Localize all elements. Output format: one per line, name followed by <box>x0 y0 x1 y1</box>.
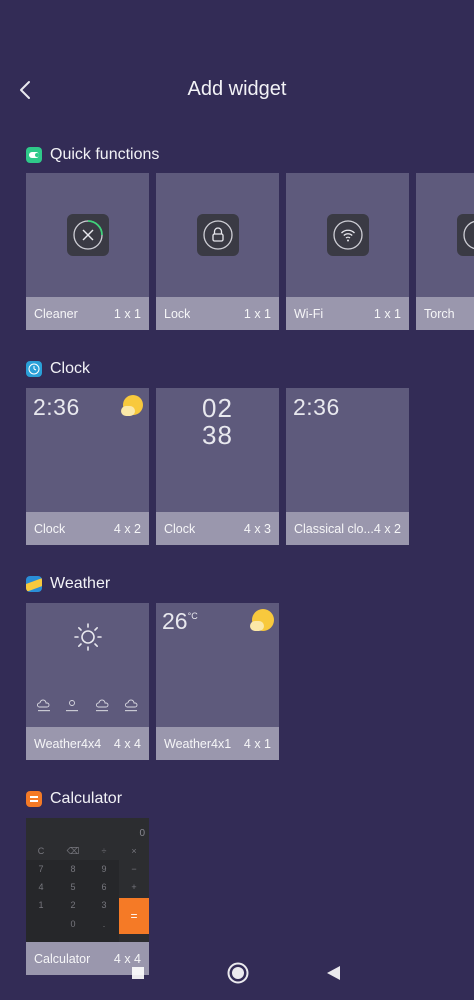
widget-size: 4 x 1 <box>243 736 271 751</box>
clock-hours: 02 <box>202 393 233 423</box>
widget-size: 4 x 2 <box>373 521 401 536</box>
temperature-display: 26°C <box>162 608 198 635</box>
section-label: Clock <box>50 360 91 377</box>
widget-label-bar: Weather4x4 4 x 4 <box>26 727 149 760</box>
system-navigation-bar <box>0 955 474 991</box>
widget-name: Torch <box>424 306 455 321</box>
widget-name: Weather4x1 <box>164 736 232 751</box>
temperature-unit: °C <box>187 611 198 621</box>
widget-card-weather-4x1[interactable]: 26°C Weather4x1 4 x 1 <box>156 603 279 760</box>
temperature-value: 26 <box>162 608 188 634</box>
widget-card-cleaner[interactable]: Cleaner 1 x 1 <box>26 173 149 330</box>
widget-label-bar: Clock 4 x 2 <box>26 512 149 545</box>
widget-card-torch[interactable]: Torch <box>416 173 474 330</box>
widget-label-bar: Wi-Fi 1 x 1 <box>286 297 409 330</box>
section-quick-functions-title: Quick functions <box>26 143 159 167</box>
header-bar: Add widget <box>0 70 474 110</box>
square-icon <box>132 967 144 979</box>
widget-size: 1 x 1 <box>113 306 141 321</box>
section-calculator-title: Calculator <box>26 787 122 811</box>
equals-key: = <box>119 898 149 934</box>
widget-name: Wi-Fi <box>294 306 324 321</box>
widget-label-bar: Torch <box>416 297 474 330</box>
widget-size: 4 x 4 <box>113 736 141 751</box>
widget-card-calculator[interactable]: 0 C ⌫ ÷ × 7 8 9 − 4 5 6 + 1 2 3 0 . = Ca… <box>26 818 149 975</box>
widget-name: Clock <box>34 521 66 536</box>
section-weather-title: Weather <box>26 572 110 596</box>
forecast-row-icons <box>37 699 138 712</box>
widget-label-bar: Classical clo... 4 x 2 <box>286 512 409 545</box>
widget-name: Cleaner <box>34 306 78 321</box>
widget-label-bar: Weather4x1 4 x 1 <box>156 727 279 760</box>
calculator-app-icon <box>26 791 42 807</box>
section-label: Quick functions <box>50 146 160 163</box>
widget-name: Clock <box>164 521 196 536</box>
widget-label-bar: Clock 4 x 3 <box>156 512 279 545</box>
widget-name: Lock <box>164 306 191 321</box>
widget-card-lock[interactable]: Lock 1 x 1 <box>156 173 279 330</box>
section-label: Calculator <box>50 790 123 807</box>
widget-card-clock-4x3[interactable]: 02 38 Clock 4 x 3 <box>156 388 279 545</box>
section-clock-title: Clock <box>26 357 90 381</box>
torch-icon <box>457 214 474 256</box>
calculator-preview: 0 C ⌫ ÷ × 7 8 9 − 4 5 6 + 1 2 3 0 . = <box>26 818 149 942</box>
widget-card-clock-4x2[interactable]: 2:36 Clock 4 x 2 <box>26 388 149 545</box>
widget-label-bar: Lock 1 x 1 <box>156 297 279 330</box>
toggle-icon <box>26 147 42 163</box>
widget-card-classical-clock[interactable]: 2:36 Classical clo... 4 x 2 <box>286 388 409 545</box>
widget-size: 1 x 1 <box>373 306 401 321</box>
home-button[interactable] <box>226 961 250 985</box>
circle-icon <box>227 962 249 984</box>
widget-name: Classical clo... <box>294 521 374 536</box>
widget-size: 4 x 2 <box>113 521 141 536</box>
widget-size: 1 x 1 <box>243 306 271 321</box>
weather-app-icon <box>26 576 42 592</box>
calculator-display: 0 <box>139 828 145 839</box>
cleaner-icon <box>67 214 109 256</box>
clock-time: 2:36 <box>293 394 340 420</box>
widget-size: 4 x 3 <box>243 521 271 536</box>
lock-icon <box>197 214 239 256</box>
widget-card-wifi[interactable]: Wi-Fi 1 x 1 <box>286 173 409 330</box>
widget-label-bar: Cleaner 1 x 1 <box>26 297 149 330</box>
triangle-left-icon <box>327 966 340 980</box>
clock-time: 2:36 <box>33 394 80 420</box>
widget-name: Weather4x4 <box>34 736 102 751</box>
section-label: Weather <box>50 575 111 592</box>
page-title: Add widget <box>187 78 287 100</box>
widget-card-weather-4x4[interactable]: Weather4x4 4 x 4 <box>26 603 149 760</box>
clock-minutes: 38 <box>202 420 233 450</box>
recents-button[interactable] <box>128 963 148 983</box>
wifi-icon <box>327 214 369 256</box>
sun-icon <box>74 623 102 651</box>
clock-icon <box>26 361 42 377</box>
nav-back-button[interactable] <box>324 963 344 983</box>
